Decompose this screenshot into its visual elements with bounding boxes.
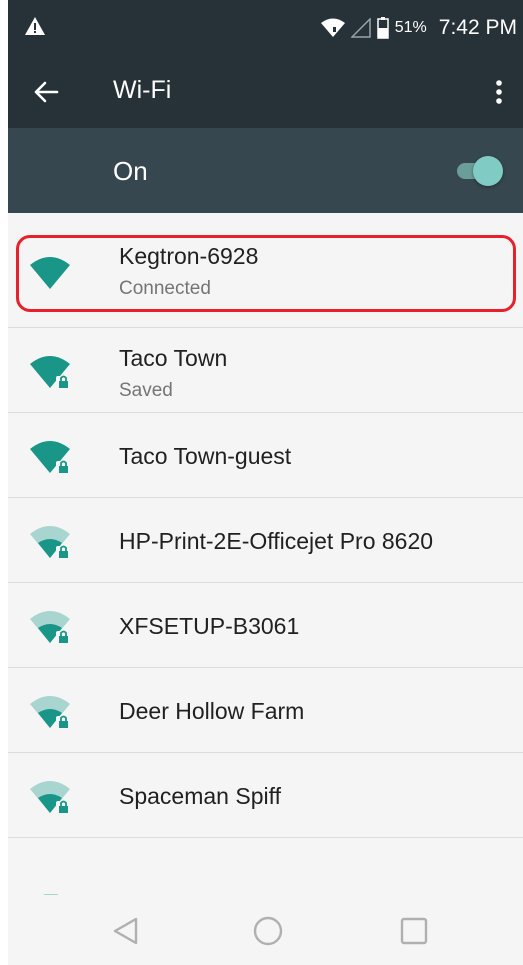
wifi-weak-locked-icon (30, 696, 70, 728)
network-row-hp-print[interactable]: HP-Print-2E-Officejet Pro 8620 (8, 498, 523, 583)
more-vert-icon (496, 80, 502, 104)
network-row-taco-town[interactable]: Taco Town Saved (8, 328, 523, 413)
network-row-taco-town-guest[interactable]: Taco Town-guest (8, 413, 523, 498)
page-title: Wi-Fi (113, 76, 172, 104)
system-nav-bar (8, 895, 523, 965)
status-indicators: 51% 7:42 PM (320, 14, 517, 42)
arrow-back-icon (34, 81, 59, 103)
network-list: Kegtron-6928 Connected Taco Town Saved T… (8, 213, 523, 838)
highlight-box (16, 235, 516, 312)
battery-icon (377, 17, 389, 39)
back-button[interactable] (24, 70, 68, 114)
wifi-weak-locked-icon (30, 781, 70, 813)
network-name: XFSETUP-B3061 (119, 613, 300, 639)
network-name: Taco Town-guest (119, 443, 292, 469)
wifi-toggle[interactable] (455, 156, 503, 186)
network-name: Deer Hollow Farm (119, 698, 305, 724)
wifi-weak-locked-icon (30, 526, 70, 558)
wifi-switch-bar[interactable]: On (8, 128, 523, 213)
wifi-strong-locked-icon (30, 356, 70, 388)
home-circle-icon (253, 916, 283, 946)
network-name: Spaceman Spiff (119, 783, 281, 809)
network-status: Saved (119, 380, 173, 401)
network-row-xfsetup[interactable]: XFSETUP-B3061 (8, 583, 523, 668)
network-status: Connected (119, 278, 211, 299)
wifi-switch-label: On (113, 156, 148, 186)
network-name: Kegtron-6928 (119, 243, 259, 269)
back-triangle-icon (113, 917, 138, 945)
status-time: 7:42 PM (438, 16, 517, 39)
wifi-strong-locked-icon (30, 441, 70, 473)
nav-back-button[interactable] (108, 913, 144, 949)
network-row-deer-hollow-farm[interactable]: Deer Hollow Farm (8, 668, 523, 753)
toggle-thumb (473, 156, 503, 186)
battery-percent: 51% (394, 19, 427, 36)
wifi-weak-locked-icon (30, 611, 70, 643)
cell-signal-icon (350, 18, 371, 38)
recents-square-icon (400, 917, 428, 945)
nav-recents-button[interactable] (396, 913, 432, 949)
warning-icon (25, 17, 45, 35)
overflow-menu-button[interactable] (481, 70, 517, 114)
network-name: Taco Town (119, 345, 228, 371)
network-row-kegtron-6928[interactable]: Kegtron-6928 Connected (8, 213, 523, 328)
nav-home-button[interactable] (250, 913, 286, 949)
network-row-spaceman-spiff[interactable]: Spaceman Spiff (8, 753, 523, 838)
phone-screen: 51% 7:42 PM Wi-Fi On Kegtron-6928 Connec… (8, 0, 523, 965)
network-name: HP-Print-2E-Officejet Pro 8620 (119, 528, 434, 554)
wifi-strong-icon (30, 257, 70, 289)
wifi-signal-icon (320, 18, 345, 37)
app-toolbar: Wi-Fi (8, 56, 523, 128)
status-bar: 51% 7:42 PM (8, 0, 523, 56)
